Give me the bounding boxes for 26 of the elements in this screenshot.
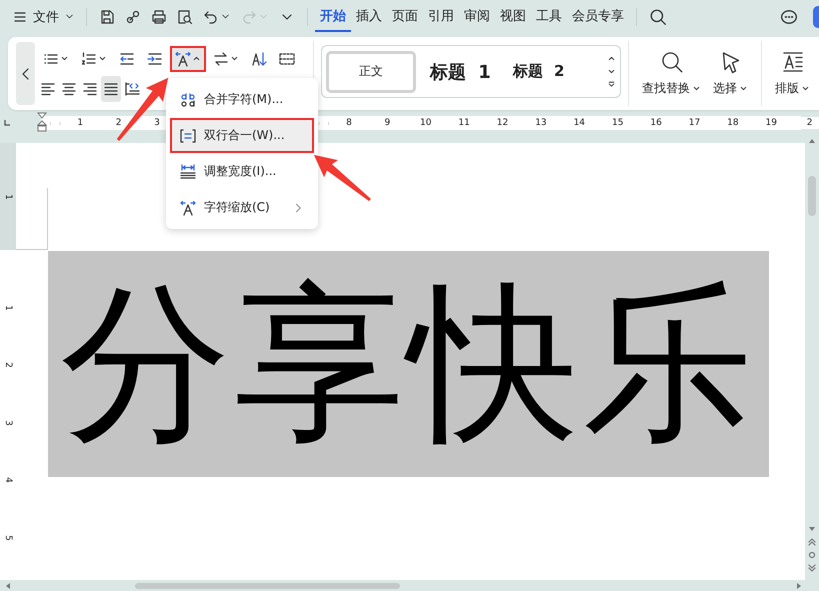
menu-item[interactable]: 调整宽度(I)... xyxy=(170,154,314,189)
layout-tool-button[interactable]: 排版 xyxy=(769,37,816,110)
style-option[interactable]: 标题 2 xyxy=(500,50,576,92)
ribbon-tab[interactable]: 页面 xyxy=(387,1,423,32)
ruler-number: 4 xyxy=(3,478,13,484)
ruler-number: 5 xyxy=(3,535,13,541)
style-option[interactable]: 正文 xyxy=(326,50,416,92)
ribbon-tab[interactable]: 插入 xyxy=(351,1,387,32)
ruler-number: 1 xyxy=(3,304,13,310)
ruler-number: 2 xyxy=(3,362,13,368)
ribbon-tab[interactable]: 审阅 xyxy=(459,1,495,32)
menu-item[interactable]: 双行合一(W)... xyxy=(170,118,314,153)
ribbon-tab[interactable]: 视图 xyxy=(495,1,531,32)
ruler-number: 3 xyxy=(3,420,13,426)
file-menu-button[interactable]: 文件 xyxy=(8,4,79,28)
ribbon-tab[interactable]: 开始 xyxy=(315,1,351,32)
ribbon-tab[interactable]: 工具 xyxy=(531,1,567,32)
ribbon-tab[interactable]: 会员专享 xyxy=(567,1,629,32)
ribbon-tab[interactable]: 引用 xyxy=(423,1,459,32)
style-option[interactable]: 标题 1 xyxy=(416,50,501,92)
highlighted-text: 分享快乐 xyxy=(48,251,769,477)
menu-item[interactable]: 合并字符(M)... xyxy=(170,82,314,117)
search-tool-button[interactable]: 查找替换 xyxy=(636,37,707,110)
cursor-tool-button[interactable]: 选择 xyxy=(707,37,754,110)
menu-item[interactable]: 字符缩放(C) xyxy=(170,190,314,225)
ruler-number: 1 xyxy=(3,194,13,200)
